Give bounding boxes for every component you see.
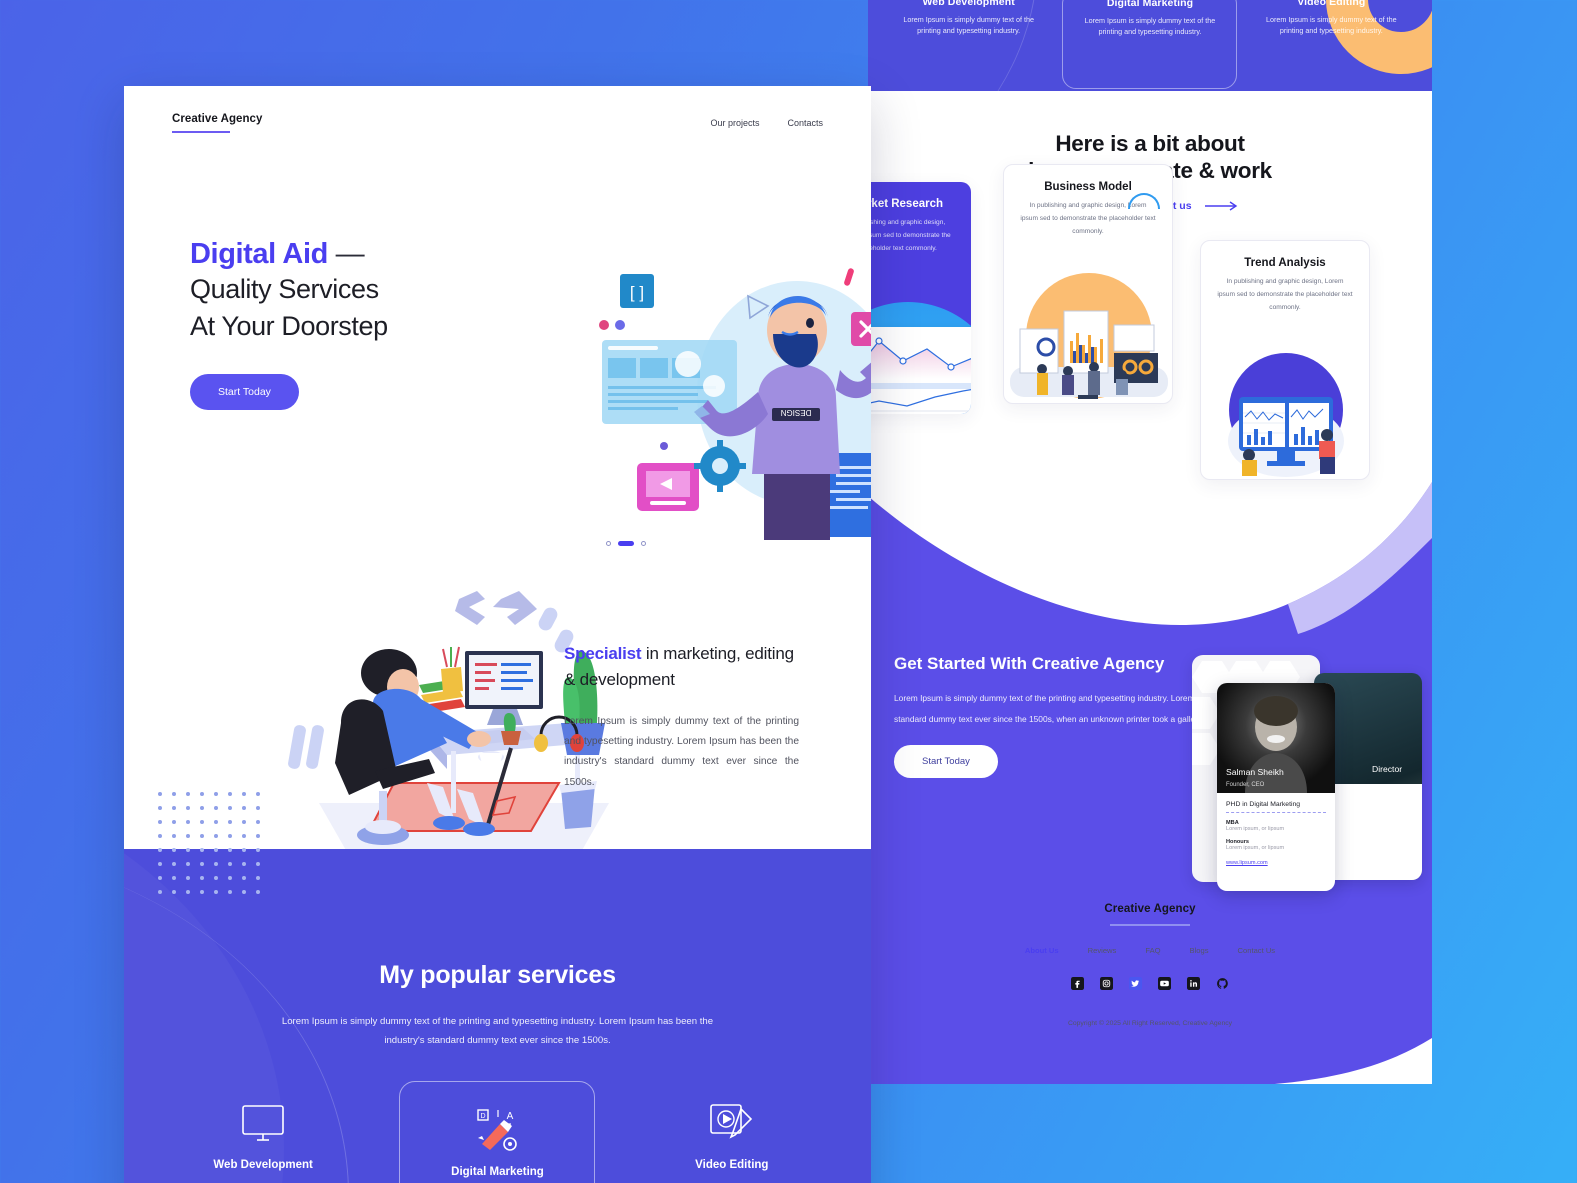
service-desc: Lorem Ipsum is simply dummy text of the … (1266, 15, 1397, 35)
brand-block[interactable]: Creative Agency (172, 113, 262, 133)
carousel-dot-1[interactable] (606, 541, 611, 546)
hero-dash: — (335, 238, 365, 270)
business-model-illustration (1010, 310, 1168, 399)
start-today-button[interactable]: Start Today (894, 745, 998, 779)
footer-link-contact-us[interactable]: Contact Us (1238, 946, 1276, 955)
popular-services-heading: My popular services (379, 961, 616, 989)
svg-text:[ ]: [ ] (630, 283, 644, 302)
service-card-web-development[interactable]: Web Development Lorem Ipsum is simply du… (881, 0, 1056, 59)
service-desc: Lorem Ipsum is simply dummy text of the … (903, 15, 1034, 35)
top-services-row: Web Development Lorem Ipsum is simply du… (868, 0, 1432, 89)
feature-card-market-research[interactable]: Market Research In publishing and graphi… (868, 182, 971, 414)
trend-analysis-illustration (1228, 397, 1344, 477)
megaphone-icon: D A (412, 1108, 582, 1154)
footer-brand: Creative Agency (1104, 903, 1196, 915)
feature-card-business-model[interactable]: Business Model In publishing and graphic… (1003, 164, 1173, 404)
hero-accent-word: Digital Aid (190, 238, 328, 270)
feature-card-trend-analysis[interactable]: Trend Analysis In publishing and graphic… (1200, 240, 1370, 480)
footer-link-faq[interactable]: FAQ (1145, 946, 1160, 955)
market-research-chart (868, 327, 971, 414)
profile-url-link[interactable]: www.lipsum.com (1226, 860, 1326, 866)
carousel-dots[interactable] (606, 541, 646, 546)
footer-nav: About Us Reviews FAQ Blogs Contact Us (868, 946, 1432, 955)
specialist-body: Lorem Ipsum is simply dummy text of the … (564, 716, 799, 788)
nav-links: Our projects Contacts (710, 118, 823, 128)
service-title: Digital Marketing (1106, 0, 1194, 9)
start-today-button[interactable]: Start Today (190, 373, 299, 410)
youtube-icon[interactable] (1158, 977, 1171, 995)
service-card-video-editing[interactable]: Video Editing Lorem Ipsum is simply dumm… (1244, 0, 1419, 59)
secondary-role: Director (1372, 764, 1403, 774)
service-title: Digital Marketing (451, 1166, 544, 1178)
service-title: Video Editing (695, 1159, 769, 1171)
svg-text:DESIGN: DESIGN (780, 408, 811, 417)
popular-services-subheading: Lorem Ipsum is simply dummy text of the … (281, 1016, 714, 1047)
service-desc: Lorem Ipsum is simply dummy text of the … (1084, 16, 1216, 36)
hero-text-block: Digital Aid — Quality Services At Your D… (190, 238, 520, 410)
profile-row-sub: Lorem ipsum, or lipsum (1226, 845, 1285, 851)
service-title: Web Development (213, 1159, 313, 1171)
nav-link-our-projects[interactable]: Our projects (710, 118, 759, 128)
profile-degree: PHD in Digital Marketing (1226, 801, 1326, 813)
specialist-text-block: Specialist in marketing, editing & devel… (564, 641, 799, 793)
profile-name: Salman Sheikh (1226, 767, 1284, 777)
github-icon[interactable] (1216, 977, 1229, 995)
brand-name: Creative Agency (172, 113, 263, 125)
carousel-dot-3[interactable] (641, 541, 646, 546)
footer-link-reviews[interactable]: Reviews (1088, 946, 1117, 955)
monitor-icon (177, 1101, 349, 1147)
service-title: Web Development (922, 0, 1015, 8)
arrow-right-icon (1204, 201, 1237, 211)
footer-link-blogs[interactable]: Blogs (1190, 946, 1209, 955)
twitter-icon[interactable] (1129, 977, 1142, 995)
profile-card-primary[interactable]: Salman Sheikh Founder, CEO PHD in Digita… (1217, 683, 1335, 891)
footer-brand-underline (1110, 924, 1190, 926)
footer-copyright: Copyright © 2025 All Right Reserved, Cre… (1067, 1020, 1233, 1027)
brand-underline (172, 131, 230, 133)
instagram-icon[interactable] (1100, 977, 1113, 995)
navbar: Creative Agency Our projects Contacts (124, 103, 871, 143)
video-edit-icon (646, 1101, 818, 1147)
specialist-accent-word: Specialist (564, 644, 642, 663)
secondary-page: Web Development Lorem Ipsum is simply du… (868, 0, 1432, 1084)
card-desc: In publishing and graphic design, Lorem … (1217, 278, 1353, 312)
nav-link-contacts[interactable]: Contacts (787, 118, 823, 128)
hero-title-line-2: Quality Services (190, 274, 379, 304)
hero-illustration: [ ] { } </> DESIGN (599, 268, 871, 540)
svg-text:A: A (507, 1111, 514, 1122)
facebook-icon[interactable] (1071, 977, 1084, 995)
footer: Creative Agency About Us Reviews FAQ Blo… (868, 903, 1432, 1027)
service-card-digital-marketing[interactable]: Digital Marketing Lorem Ipsum is simply … (1062, 0, 1238, 89)
service-card-web-development[interactable]: Web Development Lorem Ipsum is simply du… (165, 1081, 361, 1183)
footer-social-row (868, 977, 1432, 995)
profile-photo: Salman Sheikh Founder, CEO (1217, 683, 1335, 793)
cta-heading: Get Started With Creative Agency (894, 654, 1165, 673)
card-title: Business Model (1044, 181, 1132, 193)
profile-role: Founder, CEO (1226, 782, 1265, 788)
service-card-digital-marketing[interactable]: D A Digital Marketing Lorem Ipsum is sim… (399, 1081, 596, 1183)
card-title: Trend Analysis (1244, 257, 1326, 269)
popular-services-cards: Web Development Lorem Ipsum is simply du… (124, 1081, 871, 1183)
hero-title-accent: Digital Aid — (190, 238, 520, 271)
linkedin-icon[interactable] (1187, 977, 1200, 995)
carousel-dot-2-active[interactable] (618, 541, 634, 546)
dot-grid-decoration (158, 792, 260, 894)
about-heading-line-1: Here is a bit about (1055, 131, 1245, 156)
profile-row-sub: Lorem ipsum, or lipsum (1226, 826, 1285, 832)
footer-link-about-us[interactable]: About Us (1025, 946, 1059, 955)
card-title: Market Research (868, 198, 944, 210)
service-title: Video Editing (1297, 0, 1366, 8)
primary-page: Creative Agency Our projects Contacts Di… (124, 86, 871, 1183)
svg-text:D: D (481, 1113, 486, 1120)
card-desc: In publishing and graphic design, Lorem … (868, 219, 951, 253)
hero-title-line-3: At Your Doorstep (190, 311, 388, 342)
specialist-heading: Specialist in marketing, editing & devel… (564, 641, 799, 692)
service-card-video-editing[interactable]: Video Editing Lorem Ipsum is simply dumm… (634, 1081, 830, 1183)
profile-details: PHD in Digital Marketing MBA Lorem ipsum… (1217, 793, 1335, 874)
